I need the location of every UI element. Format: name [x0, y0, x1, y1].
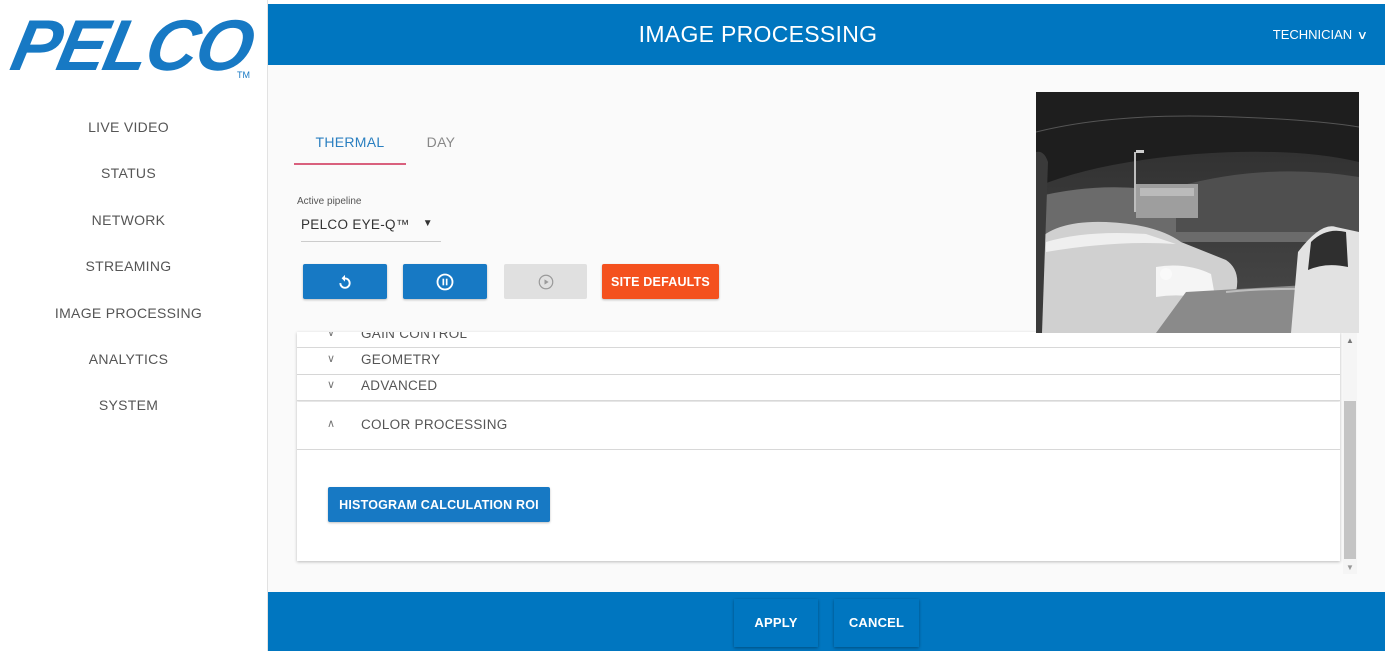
logo-trademark: TM: [237, 70, 250, 80]
accordion-label: GAIN CONTROL: [361, 332, 468, 341]
user-menu-label: TECHNICIAN: [1272, 27, 1353, 42]
histogram-calculation-roi-button[interactable]: HISTOGRAM CALCULATION ROI: [328, 487, 550, 522]
pelco-logo: PELCO TM: [4, 6, 260, 86]
accordion-color-processing[interactable]: ∧ COLOR PROCESSING: [297, 402, 1340, 450]
chevron-down-icon: ∨: [327, 353, 336, 365]
user-menu[interactable]: TECHNICIAN ∨: [1272, 4, 1369, 66]
pause-button[interactable]: [403, 264, 487, 299]
pipeline-value: PELCO EYE-Q™: [301, 217, 410, 232]
cancel-button[interactable]: CANCEL: [834, 599, 919, 647]
footer-bar: APPLY CANCEL: [268, 592, 1385, 651]
scroll-down-arrow-icon[interactable]: ▼: [1343, 563, 1357, 572]
chevron-up-icon: ∧: [327, 418, 336, 430]
apply-button[interactable]: APPLY: [734, 599, 818, 647]
sidebar-item-live-video[interactable]: LIVE VIDEO: [0, 116, 257, 162]
scroll-up-arrow-icon[interactable]: ▲: [1343, 336, 1357, 345]
sidebar-nav: LIVE VIDEO STATUS NETWORK STREAMING IMAG…: [0, 116, 257, 441]
play-icon: [538, 274, 553, 289]
accordion-label: COLOR PROCESSING: [361, 417, 508, 432]
sidebar-item-analytics[interactable]: ANALYTICS: [0, 348, 257, 394]
sidebar-item-image-processing[interactable]: IMAGE PROCESSING: [0, 302, 257, 348]
pipeline-label: Active pipeline: [297, 196, 362, 207]
tab-day[interactable]: DAY: [418, 127, 464, 163]
top-header: IMAGE PROCESSING TECHNICIAN ∨: [268, 4, 1385, 65]
play-button[interactable]: [504, 264, 587, 299]
settings-accordion: ∨ GAIN CONTROL ∨ GEOMETRY ∨ ADVANCED ∧ C…: [297, 332, 1340, 561]
sidebar-item-streaming[interactable]: STREAMING: [0, 255, 257, 301]
accordion-label: ADVANCED: [361, 378, 438, 393]
sidebar-item-system[interactable]: SYSTEM: [0, 394, 257, 440]
accordion-gain-control[interactable]: ∨ GAIN CONTROL: [297, 332, 1340, 348]
chevron-down-icon: ∨: [327, 332, 336, 339]
thermal-video-preview: [1036, 92, 1359, 333]
panel-scrollbar[interactable]: ▲ ▼: [1343, 332, 1357, 574]
accordion-label: GEOMETRY: [361, 352, 441, 367]
site-defaults-button[interactable]: SITE DEFAULTS: [602, 264, 719, 299]
tab-thermal[interactable]: THERMAL: [294, 127, 406, 165]
scrollbar-thumb[interactable]: [1344, 401, 1356, 559]
sidebar: PELCO TM LIVE VIDEO STATUS NETWORK STREA…: [0, 0, 268, 651]
page-title: IMAGE PROCESSING: [638, 21, 878, 47]
sidebar-item-status[interactable]: STATUS: [0, 162, 257, 208]
video-frame-image: [1036, 92, 1359, 333]
sidebar-item-network[interactable]: NETWORK: [0, 209, 257, 255]
logo-text: PELCO: [4, 6, 260, 86]
reset-button[interactable]: [303, 264, 387, 299]
chevron-down-icon: ∨: [1356, 28, 1369, 42]
accordion-advanced[interactable]: ∨ ADVANCED: [297, 375, 1340, 401]
accordion-geometry[interactable]: ∨ GEOMETRY: [297, 348, 1340, 375]
reset-icon: [339, 274, 351, 289]
pause-icon: [436, 273, 454, 290]
pipeline-select[interactable]: PELCO EYE-Q™ ▼: [301, 217, 441, 242]
chevron-down-icon: ∨: [327, 379, 336, 391]
caret-down-icon: ▼: [422, 218, 433, 229]
main-content: THERMAL DAY Active pipeline PELCO EYE-Q™…: [268, 65, 1385, 592]
